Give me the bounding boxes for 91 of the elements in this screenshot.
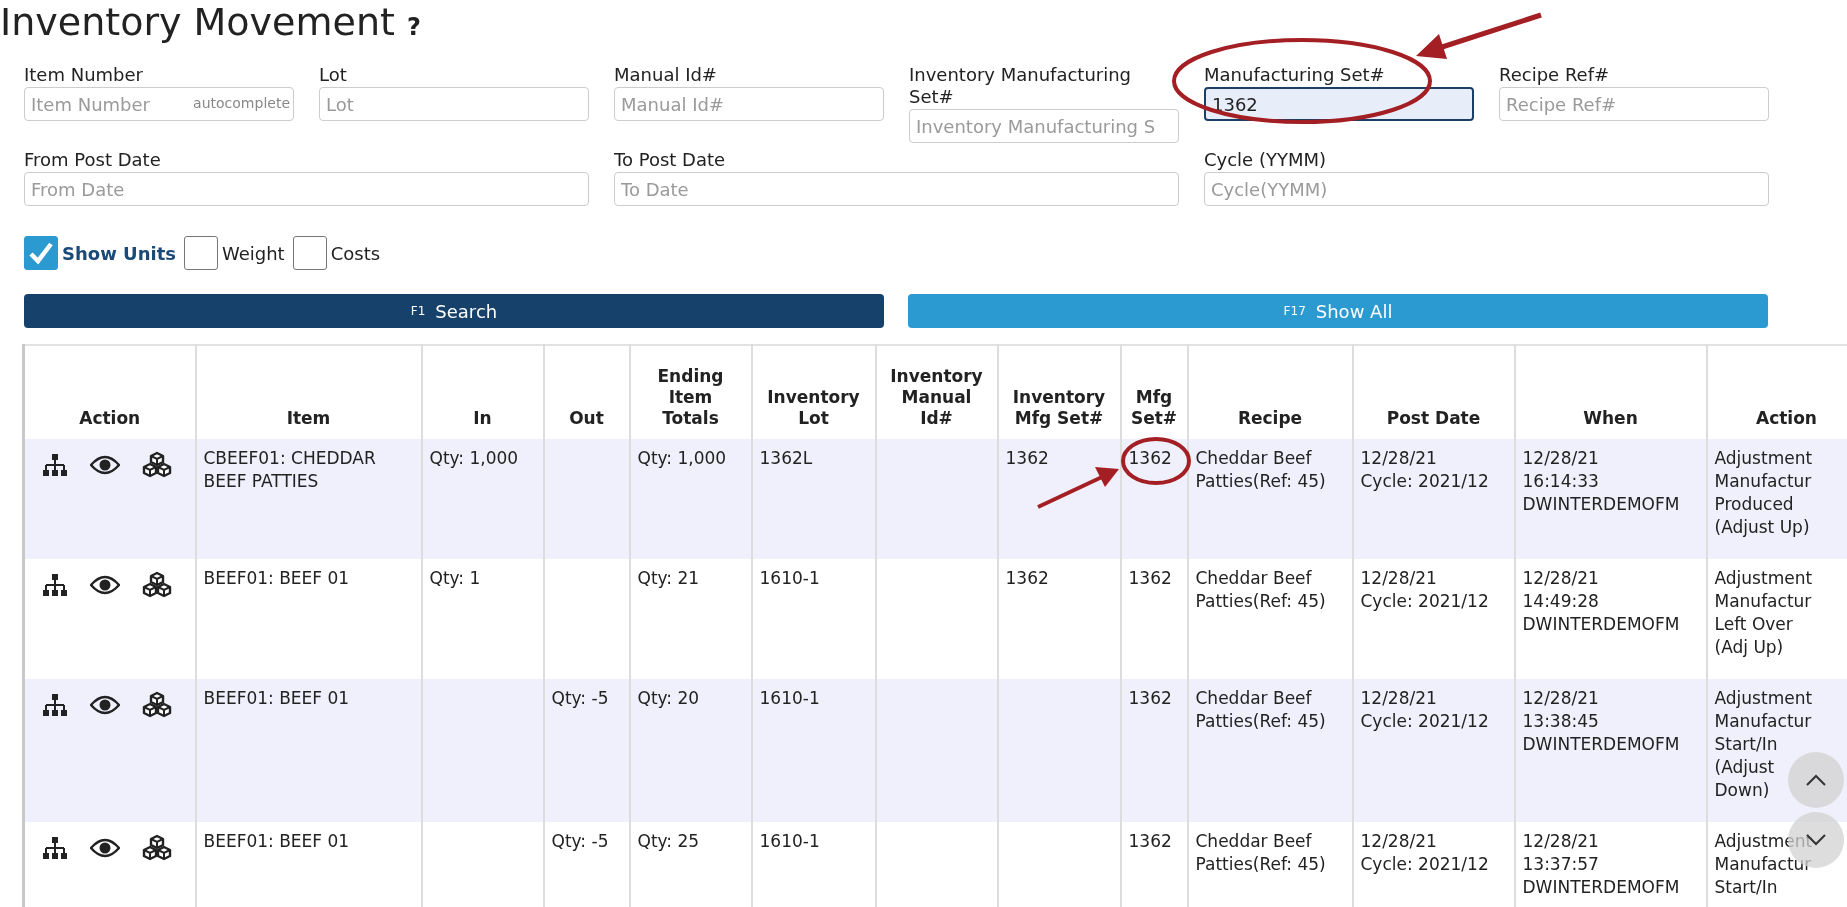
table-cell: Adjustment Manufactur Start/In (Adjust Down) xyxy=(1714,688,1813,800)
field-label: Manufacturing Set# xyxy=(1204,64,1386,86)
help-icon[interactable]: ? xyxy=(406,13,421,41)
table-cell: Qty: 20 xyxy=(637,688,700,708)
table-cell: 12/28/21 13:37:57 DWINTERDEMOFM xyxy=(1522,831,1680,897)
table-cell: 1362 xyxy=(1005,568,1049,588)
field-label: Item Number xyxy=(24,64,144,86)
table-cell: Adjustment Manufactur Left Over (Adj Up) xyxy=(1714,568,1813,657)
column-header: Mfg Set# xyxy=(1130,387,1178,428)
table-cell: Qty: 1,000 xyxy=(429,448,519,468)
hierarchy-icon[interactable] xyxy=(42,453,68,477)
column-header: Recipe xyxy=(1237,408,1303,428)
column-header: When xyxy=(1583,408,1638,428)
table-cell: Cheddar Beef Patties(Ref: 45) xyxy=(1195,831,1326,874)
eye-icon[interactable] xyxy=(90,455,120,475)
column-header: Inventory Lot xyxy=(767,387,860,428)
input-field[interactable]: To Date xyxy=(614,172,1179,206)
field-label: Inventory Manufacturing Set# xyxy=(909,64,1133,108)
cubes-icon[interactable] xyxy=(142,451,172,479)
field-label: Cycle (YYMM) xyxy=(1204,149,1327,171)
table-cell: CBEEF01: CHEDDAR BEEF PATTIES xyxy=(203,448,376,491)
table-cell: 1362L xyxy=(759,448,813,468)
table-cell: BEEF01: BEEF 01 xyxy=(203,688,350,708)
table-cell: 12/28/21 16:14:33 DWINTERDEMOFM xyxy=(1522,448,1680,514)
table-cell: Qty: -5 xyxy=(551,831,609,851)
autocomplete-hint: autocomplete xyxy=(193,95,290,111)
column-header: Post Date xyxy=(1386,408,1481,428)
table-cell: Adjustment Manufactur Start/In xyxy=(1714,831,1813,897)
table-cell: 1362 xyxy=(1128,688,1172,708)
column-header: In xyxy=(473,408,492,428)
table-cell: Cheddar Beef Patties(Ref: 45) xyxy=(1195,448,1326,491)
search-button[interactable]: F1 Search xyxy=(24,294,884,328)
table-cell: 1362 xyxy=(1005,448,1049,468)
table-cell: 1362 xyxy=(1128,831,1172,851)
column-header: Ending Item Totals xyxy=(657,366,724,428)
table-cell: Cheddar Beef Patties(Ref: 45) xyxy=(1195,568,1326,611)
table-cell: 12/28/21 Cycle: 2021/12 xyxy=(1360,568,1489,611)
table-cell: 12/28/21 Cycle: 2021/12 xyxy=(1360,448,1489,491)
checkbox-label: Weight xyxy=(221,242,285,264)
input-field[interactable]: Recipe Ref# xyxy=(1499,87,1769,121)
checkbox[interactable] xyxy=(183,236,218,270)
eye-icon[interactable] xyxy=(90,838,120,858)
input-field[interactable]: 1362 xyxy=(1204,87,1474,121)
input-field[interactable]: Cycle(YYMM) xyxy=(1204,172,1769,206)
table-cell: Adjustment Manufactur Produced (Adjust Up) xyxy=(1714,448,1813,537)
table-cell: Qty: 21 xyxy=(637,568,700,588)
field-label: From Post Date xyxy=(24,149,162,171)
cubes-icon[interactable] xyxy=(142,834,172,862)
column-header: Item xyxy=(286,408,331,428)
column-header: Action xyxy=(79,408,141,428)
eye-icon[interactable] xyxy=(90,575,120,595)
cubes-icon[interactable] xyxy=(142,691,172,719)
input-field[interactable]: Manual Id# xyxy=(614,87,884,121)
table-cell: Cheddar Beef Patties(Ref: 45) xyxy=(1195,688,1326,731)
table-cell: 12/28/21 14:49:28 DWINTERDEMOFM xyxy=(1522,568,1680,634)
table-cell: 12/28/21 Cycle: 2021/12 xyxy=(1360,688,1489,731)
checkbox[interactable] xyxy=(292,236,327,270)
table-cell: Qty: -5 xyxy=(551,688,609,708)
checkbox-label: Show Units xyxy=(62,242,176,264)
table-cell: 1610-1 xyxy=(759,568,820,588)
table-cell: Qty: 25 xyxy=(637,831,700,851)
input-field[interactable]: Lot xyxy=(319,87,589,121)
checkbox-label: Costs xyxy=(330,242,381,264)
hierarchy-icon[interactable] xyxy=(42,693,68,717)
table-cell: 1610-1 xyxy=(759,688,820,708)
page-title: Inventory Movement xyxy=(0,0,395,44)
hierarchy-icon[interactable] xyxy=(42,836,68,860)
table-cell: 12/28/21 13:38:45 DWINTERDEMOFM xyxy=(1522,688,1680,754)
table-cell: BEEF01: BEEF 01 xyxy=(203,831,350,851)
table-cell: Qty: 1 xyxy=(429,568,481,588)
input-field[interactable]: Inventory Manufacturing S xyxy=(909,109,1179,143)
column-header: Out xyxy=(569,408,604,428)
field-label: To Post Date xyxy=(614,149,727,171)
eye-icon[interactable] xyxy=(90,695,120,715)
table-cell: 1362 xyxy=(1128,448,1172,468)
chevron-up-icon xyxy=(1805,773,1827,787)
table-cell: Qty: 1,000 xyxy=(637,448,727,468)
table-cell: BEEF01: BEEF 01 xyxy=(203,568,350,588)
table-cell: 1362 xyxy=(1128,568,1172,588)
column-header: Inventory Manual Id# xyxy=(890,366,983,428)
input-field[interactable]: From Date xyxy=(24,172,589,206)
table-cell: 1610-1 xyxy=(759,831,820,851)
table-cell: 12/28/21 Cycle: 2021/12 xyxy=(1360,831,1489,874)
hierarchy-icon[interactable] xyxy=(42,573,68,597)
cubes-icon[interactable] xyxy=(142,571,172,599)
field-label: Recipe Ref# xyxy=(1499,64,1611,86)
column-header: Action xyxy=(1756,408,1817,428)
column-header: Inventory Mfg Set# xyxy=(1012,387,1106,428)
field-label: Manual Id# xyxy=(614,64,718,86)
field-label: Lot xyxy=(319,64,348,86)
checkbox[interactable] xyxy=(24,236,58,270)
